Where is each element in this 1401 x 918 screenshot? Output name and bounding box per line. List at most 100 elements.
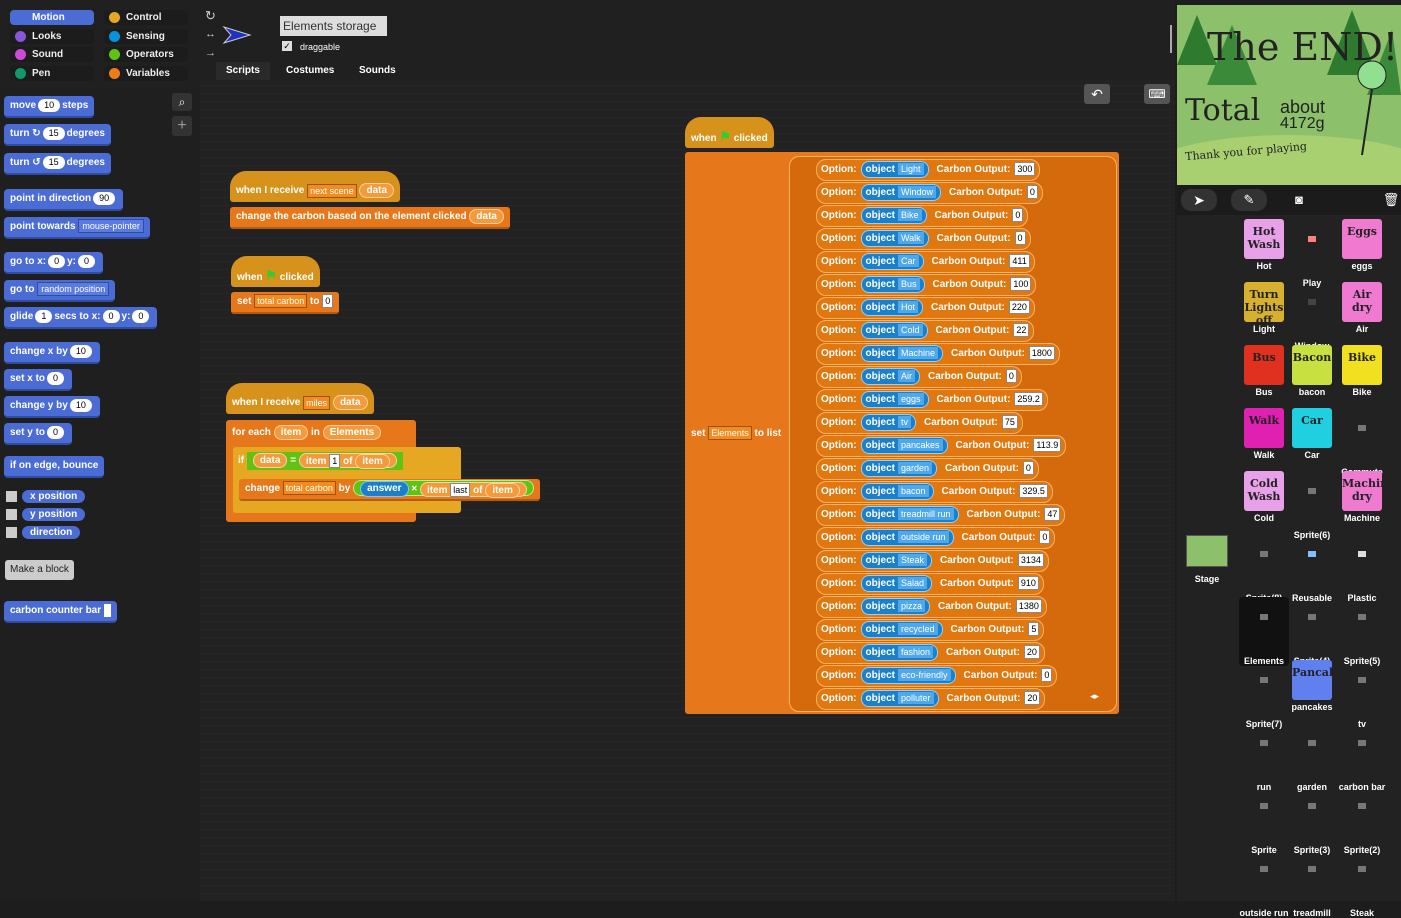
- sprite-icon[interactable]: Sprite(3): [1287, 786, 1337, 855]
- list-item[interactable]: Option: object fashion Carbon Output: 20: [816, 642, 1045, 664]
- object-reporter[interactable]: object Walk: [860, 229, 929, 247]
- object-reporter[interactable]: object Bike: [860, 206, 927, 224]
- hat-when-flag-clicked-1[interactable]: when ⚑ clicked: [231, 256, 320, 287]
- category-looks[interactable]: Looks: [10, 28, 94, 44]
- sprite-icon[interactable]: Elements: [1239, 597, 1289, 666]
- undo-icon[interactable]: ↶: [1084, 84, 1110, 104]
- object-reporter[interactable]: object Cold: [860, 321, 928, 339]
- sprite-icon[interactable]: Sprite(2): [1337, 786, 1387, 855]
- sprite-icon[interactable]: Reusable: [1287, 534, 1337, 603]
- sprite-icon[interactable]: Turn Lights off Light: [1239, 282, 1289, 334]
- list-item[interactable]: Option: object Machine Carbon Output: 1800: [816, 343, 1060, 365]
- object-reporter[interactable]: object Salad: [860, 574, 933, 592]
- sprite-icon[interactable]: Air dry Air: [1337, 282, 1387, 334]
- carbon-counter-bar-block[interactable]: carbon counter bar: [4, 601, 117, 623]
- y-position-checkbox[interactable]: [6, 509, 17, 520]
- list-item[interactable]: Option: object recycled Carbon Output: 5: [816, 619, 1045, 641]
- sprite-icon[interactable]: Bus Bus: [1239, 345, 1289, 397]
- sprite-icon[interactable]: Sprite(5): [1337, 597, 1387, 666]
- carbon-output-value[interactable]: 0: [1012, 208, 1024, 223]
- list-item[interactable]: Option: object Bike Carbon Output: 0: [816, 205, 1029, 227]
- object-reporter[interactable]: object pancakes: [860, 436, 948, 454]
- sprite-icon[interactable]: Walk Walk: [1239, 408, 1289, 460]
- draggable-checkbox[interactable]: ✓: [282, 41, 292, 51]
- paint-brush-icon[interactable]: ✎: [1231, 189, 1267, 211]
- rotation-style-icon[interactable]: ↻: [205, 8, 216, 24]
- object-name-dropdown[interactable]: bacon: [898, 485, 929, 498]
- object-name-dropdown[interactable]: tv: [898, 416, 912, 429]
- object-reporter[interactable]: object Machine: [860, 344, 944, 362]
- object-reporter[interactable]: object Air: [860, 367, 920, 385]
- change-carbon-block[interactable]: change the carbon based on the element c…: [230, 207, 510, 229]
- object-reporter[interactable]: object Bus: [860, 275, 925, 293]
- sprite-icon[interactable]: Sprite(4): [1287, 597, 1337, 666]
- carbon-output-value[interactable]: 1380: [1015, 599, 1042, 614]
- carbon-output-value[interactable]: 0: [1005, 369, 1017, 384]
- carbon-output-value[interactable]: 5: [1028, 622, 1040, 637]
- list-item[interactable]: Option: object garden Carbon Output: 0: [816, 458, 1039, 480]
- list-item[interactable]: Option: object Light Carbon Output: 300: [816, 159, 1041, 181]
- hat-when-receive-next-scene[interactable]: when I receive next scene data: [230, 171, 401, 202]
- goto-xy-block[interactable]: go to x: 0 y: 0: [4, 252, 104, 274]
- list-item[interactable]: Option: object Steak Carbon Output: 3134: [816, 550, 1049, 572]
- object-name-dropdown[interactable]: Walk: [898, 232, 924, 245]
- plus-icon[interactable]: +: [172, 116, 192, 136]
- sprite-icon[interactable]: tv: [1337, 660, 1387, 729]
- object-name-dropdown[interactable]: eggs: [898, 393, 924, 406]
- hat-when-flag-clicked-2[interactable]: when ⚑ clicked: [685, 117, 774, 148]
- change-total-carbon-block[interactable]: change total carbon by answer × item las…: [239, 479, 540, 501]
- sprite-icon[interactable]: Play: [1287, 219, 1337, 288]
- category-operators[interactable]: Operators: [104, 47, 188, 62]
- tab-sounds[interactable]: Sounds: [349, 62, 406, 80]
- move-block[interactable]: move 10 steps: [4, 96, 95, 118]
- list-item[interactable]: Option: object Hot Carbon Output: 220: [816, 297, 1035, 319]
- object-reporter[interactable]: object bacon: [860, 482, 934, 500]
- object-name-dropdown[interactable]: treadmill run: [898, 508, 954, 521]
- sprite-icon[interactable]: Eggs eggs: [1337, 219, 1387, 271]
- category-variables[interactable]: Variables: [104, 65, 188, 81]
- list-item[interactable]: Option: object tv Carbon Output: 75: [816, 412, 1023, 434]
- category-pen[interactable]: Pen: [10, 65, 94, 81]
- sprite-icon[interactable]: Sprite: [1239, 786, 1289, 855]
- object-name-dropdown[interactable]: Bus: [898, 278, 920, 291]
- sprite-icon[interactable]: Plastic: [1337, 534, 1387, 603]
- object-name-dropdown[interactable]: Air: [898, 370, 915, 383]
- category-motion[interactable]: Motion: [10, 10, 94, 25]
- object-reporter[interactable]: object treadmill run: [860, 505, 959, 523]
- tab-costumes[interactable]: Costumes: [276, 62, 344, 80]
- category-sensing[interactable]: Sensing: [104, 28, 188, 44]
- object-reporter[interactable]: object recycled: [860, 620, 943, 638]
- list-item[interactable]: Option: object Bus Carbon Output: 100: [816, 274, 1037, 296]
- object-name-dropdown[interactable]: Window: [898, 186, 937, 199]
- list-item[interactable]: Option: object Salad Carbon Output: 910: [816, 573, 1044, 595]
- sprite-icon[interactable]: carbon bar: [1337, 723, 1387, 792]
- sprite-icon[interactable]: Steak: [1337, 849, 1387, 918]
- point-direction-block[interactable]: point in direction 90: [4, 189, 124, 211]
- object-name-dropdown[interactable]: fashion: [898, 646, 934, 659]
- sprite-icon[interactable]: Window: [1287, 282, 1337, 351]
- object-name-dropdown[interactable]: Salad: [898, 577, 928, 590]
- sprite-icon[interactable]: Bike Bike: [1337, 345, 1387, 397]
- glide-block[interactable]: glide 1 secs to x: 0 y: 0: [4, 307, 158, 329]
- object-name-dropdown[interactable]: outside run: [898, 531, 949, 544]
- list-item[interactable]: Option: object Window Carbon Output: 0: [816, 182, 1043, 204]
- carbon-output-value[interactable]: 0: [1041, 668, 1053, 683]
- carbon-output-value[interactable]: 0: [1026, 185, 1038, 200]
- x-position-checkbox[interactable]: [6, 491, 17, 502]
- sprite-icon[interactable]: Pancakes pancakes: [1287, 660, 1350, 712]
- turtle-icon[interactable]: ➤: [1181, 189, 1217, 211]
- object-reporter[interactable]: object Car: [860, 252, 924, 270]
- sprite-icon[interactable]: Car Car: [1287, 408, 1337, 460]
- list-item[interactable]: Option: object Air Carbon Output: 0: [816, 366, 1022, 388]
- list-item[interactable]: Option: object eggs Carbon Output: 259.2: [816, 389, 1048, 411]
- set-y-block[interactable]: set y to 0: [4, 423, 73, 445]
- stage-icon[interactable]: Stage: [1185, 535, 1229, 585]
- list-arrows-icon[interactable]: ◂▸: [1090, 691, 1099, 702]
- point-towards-block[interactable]: point towards mouse-pointer: [4, 217, 150, 239]
- sprite-icon[interactable]: treadmill: [1287, 849, 1337, 918]
- equals-predicate[interactable]: data = item 1 of item: [246, 452, 403, 470]
- bounce-block[interactable]: if on edge, bounce: [4, 456, 105, 478]
- turn-cw-block[interactable]: turn ↻ 15 degrees: [4, 124, 111, 146]
- change-y-block[interactable]: change y by 10: [4, 396, 100, 418]
- list-item[interactable]: Option: object polluter Carbon Output: 20: [816, 688, 1046, 710]
